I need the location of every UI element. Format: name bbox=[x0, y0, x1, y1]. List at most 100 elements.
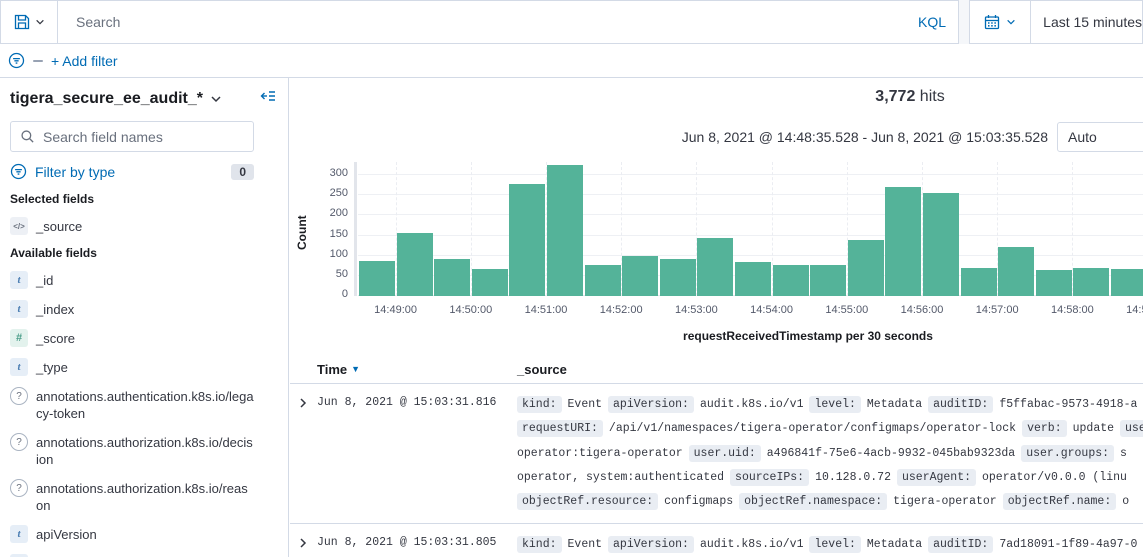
field-name: apiVersion bbox=[36, 525, 97, 543]
histogram-bar[interactable] bbox=[585, 265, 621, 296]
source-field-key: user.groups: bbox=[1021, 445, 1114, 462]
field-item[interactable]: </>_source bbox=[10, 217, 254, 235]
histogram-bar[interactable] bbox=[885, 187, 921, 296]
source-field-value: f5ffabac-9573-4918-a bbox=[999, 398, 1137, 411]
interval-select[interactable]: Auto bbox=[1057, 122, 1143, 152]
histogram-bar[interactable] bbox=[923, 193, 959, 296]
field-item[interactable]: ?annotations.authorization.k8s.io/reason bbox=[10, 479, 254, 514]
chevron-down-icon bbox=[210, 93, 222, 105]
source-field-value: Event bbox=[568, 398, 603, 411]
expand-row-icon[interactable] bbox=[290, 394, 317, 409]
gridline bbox=[358, 174, 1143, 175]
field-item[interactable]: tapiVersion bbox=[10, 525, 254, 543]
histogram-bar[interactable] bbox=[1111, 269, 1143, 296]
filter-by-type-button[interactable]: Filter by type bbox=[35, 164, 115, 180]
row-timestamp: Jun 8, 2021 @ 15:03:31.816 bbox=[317, 394, 517, 409]
source-line: objectRef.resource:configmapsobjectRef.n… bbox=[517, 491, 1143, 515]
histogram-bar[interactable] bbox=[1073, 268, 1109, 296]
add-filter-button[interactable]: + Add filter bbox=[51, 53, 118, 69]
save-icon bbox=[14, 14, 30, 30]
histogram-bar[interactable] bbox=[434, 259, 470, 296]
x-axis-tick: 14:51:00 bbox=[515, 304, 577, 316]
row-source: kind:EventapiVersion:audit.k8s.io/v1leve… bbox=[517, 534, 1143, 557]
available-fields-heading: Available fields bbox=[10, 246, 254, 260]
kql-button[interactable]: KQL bbox=[918, 14, 946, 30]
field-search-placeholder: Search field names bbox=[43, 129, 163, 145]
index-pattern-selector[interactable]: tigera_secure_ee_audit_* bbox=[10, 90, 254, 108]
y-axis-tick: 0 bbox=[296, 288, 348, 300]
time-header-label: Time bbox=[317, 362, 347, 377]
field-item[interactable]: t_index bbox=[10, 300, 254, 318]
chevron-down-icon bbox=[35, 17, 45, 27]
field-item[interactable]: t_id bbox=[10, 271, 254, 289]
x-axis-tick: 14:59:00 bbox=[1117, 304, 1143, 316]
histogram-bar[interactable] bbox=[998, 247, 1034, 296]
field-search-input[interactable]: Search field names bbox=[10, 121, 254, 152]
fields-sidebar: tigera_secure_ee_audit_* Search field na… bbox=[0, 78, 289, 557]
field-type-icon: t bbox=[10, 358, 28, 376]
expand-row-icon[interactable] bbox=[290, 534, 317, 549]
source-field-value: configmaps bbox=[664, 495, 733, 508]
histogram-bar[interactable] bbox=[359, 261, 395, 296]
source-column-header: _source bbox=[517, 362, 567, 377]
field-item[interactable]: t_type bbox=[10, 358, 254, 376]
source-field-value: Event bbox=[568, 538, 603, 551]
source-field-key: objectRef.namespace: bbox=[739, 493, 887, 510]
source-field-value: operator/v0.0.0 (linu bbox=[982, 471, 1127, 484]
y-axis-tick: 250 bbox=[296, 187, 348, 199]
sort-desc-icon[interactable]: ▼ bbox=[351, 364, 360, 374]
histogram-bar[interactable] bbox=[509, 184, 545, 296]
source-field-value: audit.k8s.io/v1 bbox=[700, 398, 804, 411]
time-column-header[interactable]: Time ▼ bbox=[317, 362, 517, 377]
source-field-value: operator:tigera-operator bbox=[517, 447, 683, 460]
field-item[interactable]: ?annotations.authorization.k8s.io/decisi… bbox=[10, 433, 254, 468]
calendar-icon bbox=[984, 14, 1000, 30]
histogram-bar[interactable] bbox=[735, 262, 771, 296]
source-field-value: tigera-operator bbox=[893, 495, 997, 508]
field-type-icon: </> bbox=[10, 217, 28, 235]
date-picker-button[interactable] bbox=[970, 1, 1031, 43]
source-field-key: objectRef.name: bbox=[1003, 493, 1117, 510]
interval-value: Auto bbox=[1068, 129, 1097, 145]
saved-query-button[interactable] bbox=[1, 1, 58, 43]
selected-fields-heading: Selected fields bbox=[10, 192, 254, 206]
field-item[interactable]: ?annotations.authentication.k8s.io/legac… bbox=[10, 387, 254, 422]
source-field-key: level: bbox=[809, 536, 860, 553]
y-axis-tick: 300 bbox=[296, 167, 348, 179]
source-field-key: kind: bbox=[517, 536, 562, 553]
histogram-bar[interactable] bbox=[547, 165, 583, 296]
table-header-row: Time ▼ _source bbox=[290, 355, 1143, 384]
x-axis-tick: 14:55:00 bbox=[816, 304, 878, 316]
field-type-icon: t bbox=[10, 300, 28, 318]
histogram-bar[interactable] bbox=[397, 233, 433, 296]
source-line: kind:EventapiVersion:audit.k8s.io/v1leve… bbox=[517, 394, 1143, 418]
filter-icon[interactable] bbox=[8, 52, 25, 69]
histogram-bar[interactable] bbox=[472, 269, 508, 296]
histogram-bar[interactable] bbox=[810, 265, 846, 296]
filter-drag-dash bbox=[33, 60, 43, 62]
histogram-bar[interactable] bbox=[622, 256, 658, 296]
source-field-key: apiVersion: bbox=[608, 536, 694, 553]
collapse-sidebar-icon[interactable] bbox=[260, 88, 276, 104]
search-icon bbox=[20, 129, 35, 144]
histogram-bar[interactable] bbox=[697, 238, 733, 296]
field-type-icon: ? bbox=[10, 433, 28, 451]
chevron-down-icon bbox=[1006, 17, 1016, 27]
source-field-value: Metadata bbox=[867, 538, 922, 551]
search-input[interactable]: Search KQL bbox=[58, 1, 958, 43]
histogram-bar[interactable] bbox=[848, 240, 884, 296]
source-line: operator:tigera-operatoruser.uid:a496841… bbox=[517, 443, 1143, 467]
time-range-label[interactable]: Last 15 minutes bbox=[1031, 1, 1142, 43]
field-item[interactable]: #_score bbox=[10, 329, 254, 347]
documents-table: Time ▼ _source Jun 8, 2021 @ 15:03:31.81… bbox=[290, 355, 1143, 557]
y-axis-tick: 150 bbox=[296, 228, 348, 240]
histogram-bar[interactable] bbox=[961, 268, 997, 296]
selected-fields-list: </>_source bbox=[10, 217, 254, 235]
histogram-bar[interactable] bbox=[1036, 270, 1072, 296]
histogram-bar[interactable] bbox=[773, 265, 809, 296]
hits-label: hits bbox=[920, 88, 945, 105]
source-field-value: 10.128.0.72 bbox=[815, 471, 891, 484]
histogram-bar[interactable] bbox=[660, 259, 696, 296]
source-field-key: auditID: bbox=[928, 396, 993, 413]
table-row: Jun 8, 2021 @ 15:03:31.805kind:EventapiV… bbox=[290, 524, 1143, 557]
